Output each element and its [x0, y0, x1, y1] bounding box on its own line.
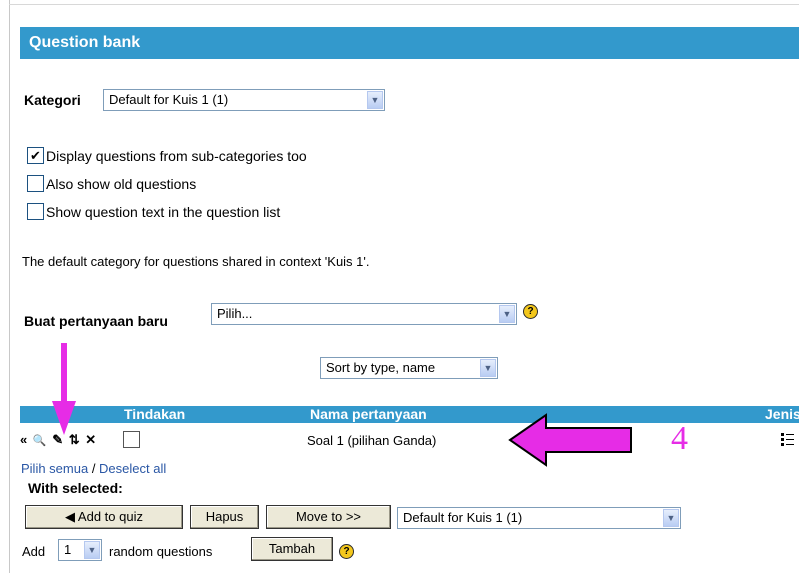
option-label: Show question text in the question list — [46, 204, 281, 220]
sort-select[interactable]: Sort by type, name ▼ — [320, 357, 498, 379]
help-icon[interactable]: ? — [339, 544, 354, 559]
preview-icon[interactable]: 🔍 — [33, 432, 48, 450]
category-select-value: Default for Kuis 1 (1) — [109, 92, 229, 107]
target-category-value: Default for Kuis 1 (1) — [403, 510, 523, 525]
add-to-quiz-button[interactable]: ◀ Add to quiz — [25, 505, 183, 529]
delete-icon[interactable]: ✕ — [85, 431, 97, 449]
chevron-down-icon[interactable]: ▼ — [499, 305, 515, 323]
move-left-icon[interactable]: « — [20, 431, 28, 449]
new-question-select[interactable]: Pilih... ▼ — [211, 303, 517, 325]
random-prefix: Add — [22, 544, 46, 559]
left-arrow-annotation-icon — [508, 413, 632, 467]
with-selected-label: With selected: — [28, 480, 123, 496]
new-question-select-value: Pilih... — [217, 306, 253, 321]
sort-select-value: Sort by type, name — [326, 360, 436, 375]
category-label: Kategori — [24, 92, 81, 108]
multichoice-icon — [781, 433, 794, 446]
frame-border-top — [9, 4, 799, 5]
chevron-down-icon[interactable]: ▼ — [367, 91, 383, 109]
chevron-down-icon[interactable]: ▼ — [480, 359, 496, 377]
chevron-down-icon[interactable]: ▼ — [84, 541, 100, 559]
help-icon[interactable]: ? — [523, 304, 538, 319]
target-category-select[interactable]: Default for Kuis 1 (1) ▼ — [397, 507, 681, 529]
add-random-button[interactable]: Tambah — [251, 537, 333, 561]
select-all-link[interactable]: Pilih semua — [21, 461, 88, 476]
subcategories-checkbox[interactable]: ✔ — [27, 147, 44, 164]
random-count-value: 1 — [64, 542, 72, 557]
column-header-type: Jenis — [765, 406, 799, 422]
select-links: Pilih semua / Deselect all — [21, 461, 166, 476]
column-header-name: Nama pertanyaan — [310, 406, 427, 422]
down-arrow-annotation-icon — [52, 343, 76, 435]
category-select[interactable]: Default for Kuis 1 (1) ▼ — [103, 89, 385, 111]
row-select-checkbox[interactable] — [123, 431, 140, 448]
random-count-select[interactable]: 1 ▼ — [58, 539, 102, 561]
new-question-label: Buat pertanyaan baru — [24, 313, 168, 329]
question-text-checkbox[interactable] — [27, 203, 44, 220]
page-title: Question bank — [20, 27, 799, 59]
move-to-button[interactable]: Move to >> — [266, 505, 391, 529]
default-category-info: The default category for questions share… — [22, 254, 370, 269]
delete-button[interactable]: Hapus — [190, 505, 259, 529]
random-suffix: random questions — [109, 544, 213, 559]
chevron-down-icon[interactable]: ▼ — [663, 509, 679, 527]
option-label: Also show old questions — [46, 176, 197, 192]
frame-border-left — [9, 0, 10, 573]
question-name[interactable]: Soal 1 (pilihan Ganda) — [307, 433, 436, 448]
annotation-number: 4 — [671, 420, 688, 457]
select-links-separator: / — [88, 461, 100, 476]
deselect-all-link[interactable]: Deselect all — [99, 461, 166, 476]
column-header-actions: Tindakan — [124, 406, 186, 422]
option-label: Display questions from sub-categories to… — [46, 148, 307, 164]
old-questions-checkbox[interactable] — [27, 175, 44, 192]
